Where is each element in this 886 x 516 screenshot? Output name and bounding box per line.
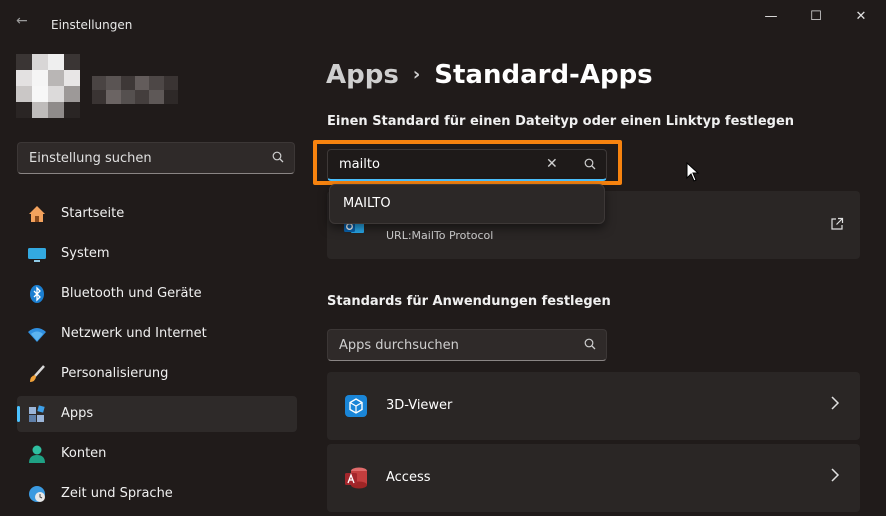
back-arrow-icon[interactable]: ← xyxy=(16,14,34,28)
chevron-right-icon: › xyxy=(412,64,421,85)
close-button[interactable]: ✕ xyxy=(838,8,884,26)
profile-name-blurred xyxy=(92,76,178,104)
sidebar-item-label: Startseite xyxy=(61,206,125,221)
app-name: 3D-Viewer xyxy=(386,398,453,413)
mouse-cursor-icon xyxy=(686,161,700,182)
breadcrumb-parent[interactable]: Apps xyxy=(326,60,399,90)
suggestion-item-mailto[interactable]: MAILTO xyxy=(343,196,391,211)
access-icon xyxy=(344,466,368,490)
clear-icon[interactable]: ✕ xyxy=(546,156,558,172)
sidebar-item-startseite[interactable]: Startseite xyxy=(17,196,297,232)
account-icon xyxy=(27,444,47,464)
app-card-3d-viewer[interactable]: 3D-Viewer xyxy=(327,372,860,440)
sidebar-item-label: Netzwerk und Internet xyxy=(61,326,207,341)
apps-search-placeholder: Apps durchsuchen xyxy=(339,338,459,353)
search-placeholder: Einstellung suchen xyxy=(29,151,152,166)
apps-search-input[interactable]: Apps durchsuchen xyxy=(327,329,607,361)
bluetooth-icon xyxy=(27,284,47,304)
title-bar: ← Einstellungen — ☐ ✕ xyxy=(0,0,886,40)
avatar[interactable] xyxy=(16,54,80,118)
suggestion-dropdown: MAILTO xyxy=(329,184,605,224)
sidebar-nav: Startseite System Bluetooth und Geräte N… xyxy=(17,196,297,516)
sidebar-item-zeit-und-sprache[interactable]: Zeit und Sprache xyxy=(17,476,297,512)
sidebar-item-label: Konten xyxy=(61,446,107,461)
maximize-button[interactable]: ☐ xyxy=(793,8,839,26)
sidebar-item-konten[interactable]: Konten xyxy=(17,436,297,472)
open-external-icon[interactable] xyxy=(830,217,844,235)
search-icon xyxy=(272,151,284,166)
sidebar-item-label: Apps xyxy=(61,406,94,421)
sidebar-item-label: Personalisierung xyxy=(61,366,169,381)
sidebar-item-system[interactable]: System xyxy=(17,236,297,272)
cube-icon xyxy=(344,394,368,418)
chevron-right-icon xyxy=(830,396,840,414)
apps-section-heading: Standards für Anwendungen festlegen xyxy=(327,294,611,309)
active-indicator xyxy=(17,406,20,422)
sidebar-item-apps[interactable]: Apps xyxy=(17,396,297,432)
clock-globe-icon xyxy=(27,484,47,504)
page-title: Standard-Apps xyxy=(434,60,653,90)
window-title: Einstellungen xyxy=(51,18,133,32)
filetype-search-input[interactable]: mailto ✕ xyxy=(327,149,607,181)
system-icon xyxy=(27,244,47,264)
apps-icon xyxy=(27,404,47,424)
filetype-input-value: mailto xyxy=(339,157,380,172)
minimize-button[interactable]: — xyxy=(748,8,794,26)
sidebar-item-label: Zeit und Sprache xyxy=(61,486,173,501)
breadcrumb: Apps › Standard-Apps xyxy=(326,60,653,90)
protocol-subtitle: URL:MailTo Protocol xyxy=(386,229,494,242)
chevron-right-icon xyxy=(830,468,840,486)
sidebar-item-netzwerk[interactable]: Netzwerk und Internet xyxy=(17,316,297,352)
sidebar-item-bluetooth[interactable]: Bluetooth und Geräte xyxy=(17,276,297,312)
sidebar-item-label: Bluetooth und Geräte xyxy=(61,286,202,301)
app-card-access[interactable]: Access xyxy=(327,444,860,512)
app-name: Access xyxy=(386,470,431,485)
wifi-icon xyxy=(27,324,47,344)
sidebar-item-label: System xyxy=(61,246,110,261)
home-icon xyxy=(27,204,47,224)
search-icon[interactable] xyxy=(584,158,596,173)
brush-icon xyxy=(27,364,47,384)
sidebar-item-personalisierung[interactable]: Personalisierung xyxy=(17,356,297,392)
settings-search-input[interactable]: Einstellung suchen xyxy=(17,142,295,174)
search-icon xyxy=(584,338,596,353)
filetype-section-heading: Einen Standard für einen Dateityp oder e… xyxy=(327,114,795,129)
